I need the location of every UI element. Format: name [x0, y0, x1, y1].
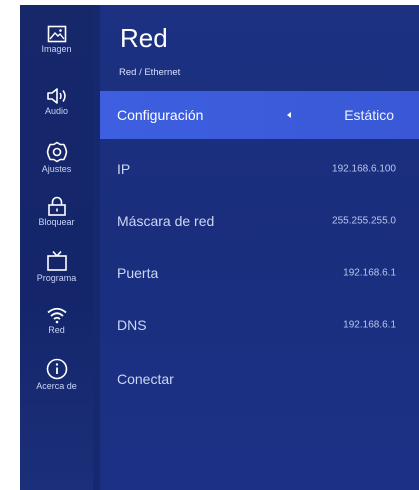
sidebar-item-bloquear[interactable]: Bloquear — [20, 196, 93, 227]
tv-screen: Imagen Audio Ajustes Bloquear Programa R… — [20, 5, 419, 490]
setting-value: 192.168.6.100 — [332, 163, 396, 175]
setting-row-puerta[interactable]: Puerta 192.168.6.1 — [100, 249, 419, 297]
breadcrumb: Red / Ethernet — [119, 67, 181, 78]
sidebar-item-ajustes[interactable]: Ajustes — [20, 141, 93, 174]
setting-row-configuracion[interactable]: Configuración Estático — [100, 91, 419, 139]
sidebar-item-label: Red — [48, 325, 65, 335]
setting-row-ip[interactable]: IP 192.168.6.100 — [100, 145, 419, 193]
tv-icon — [46, 250, 67, 271]
image-icon — [47, 25, 66, 43]
sidebar-item-label: Imagen — [41, 44, 72, 54]
sidebar-item-audio[interactable]: Audio — [20, 87, 93, 116]
setting-value: 192.168.6.1 — [343, 319, 396, 331]
setting-label: DNS — [117, 317, 147, 333]
sidebar-item-label: Audio — [44, 106, 69, 116]
setting-label: IP — [117, 161, 131, 177]
wifi-icon — [46, 307, 67, 324]
sidebar-item-red[interactable]: Red — [20, 306, 93, 335]
speaker-icon — [46, 88, 66, 104]
setting-row-mascara-de-red[interactable]: Máscara de red 255.255.255.0 — [100, 197, 419, 245]
setting-value: 255.255.255.0 — [332, 215, 396, 227]
sidebar-item-label: Acerca de — [36, 381, 77, 391]
main-panel: Red Red / Ethernet Configuración Estátic… — [100, 5, 419, 490]
sidebar: Imagen Audio Ajustes Bloquear Programa R… — [20, 5, 93, 490]
setting-label: Configuración — [117, 107, 204, 123]
sidebar-item-programa[interactable]: Programa — [20, 250, 93, 283]
lock-icon — [47, 196, 66, 216]
sidebar-item-imagen[interactable]: Imagen — [20, 25, 93, 54]
info-icon — [46, 358, 67, 380]
settings-icon — [46, 141, 67, 163]
setting-label: Máscara de red — [117, 213, 215, 229]
setting-label: Conectar — [117, 371, 174, 387]
setting-value: Estático — [344, 107, 394, 123]
sidebar-item-label: Bloquear — [38, 217, 75, 227]
setting-row-conectar[interactable]: Conectar — [100, 355, 419, 403]
left-arrow-icon[interactable] — [287, 112, 291, 118]
setting-label: Puerta — [117, 265, 159, 281]
sidebar-item-label: Programa — [36, 273, 77, 283]
setting-row-dns[interactable]: DNS 192.168.6.1 — [100, 301, 419, 349]
page-title: Red — [120, 23, 168, 53]
sidebar-item-acerca-de[interactable]: Acerca de — [20, 358, 93, 391]
sidebar-item-label: Ajustes — [41, 164, 72, 174]
setting-value: 192.168.6.1 — [343, 267, 396, 279]
